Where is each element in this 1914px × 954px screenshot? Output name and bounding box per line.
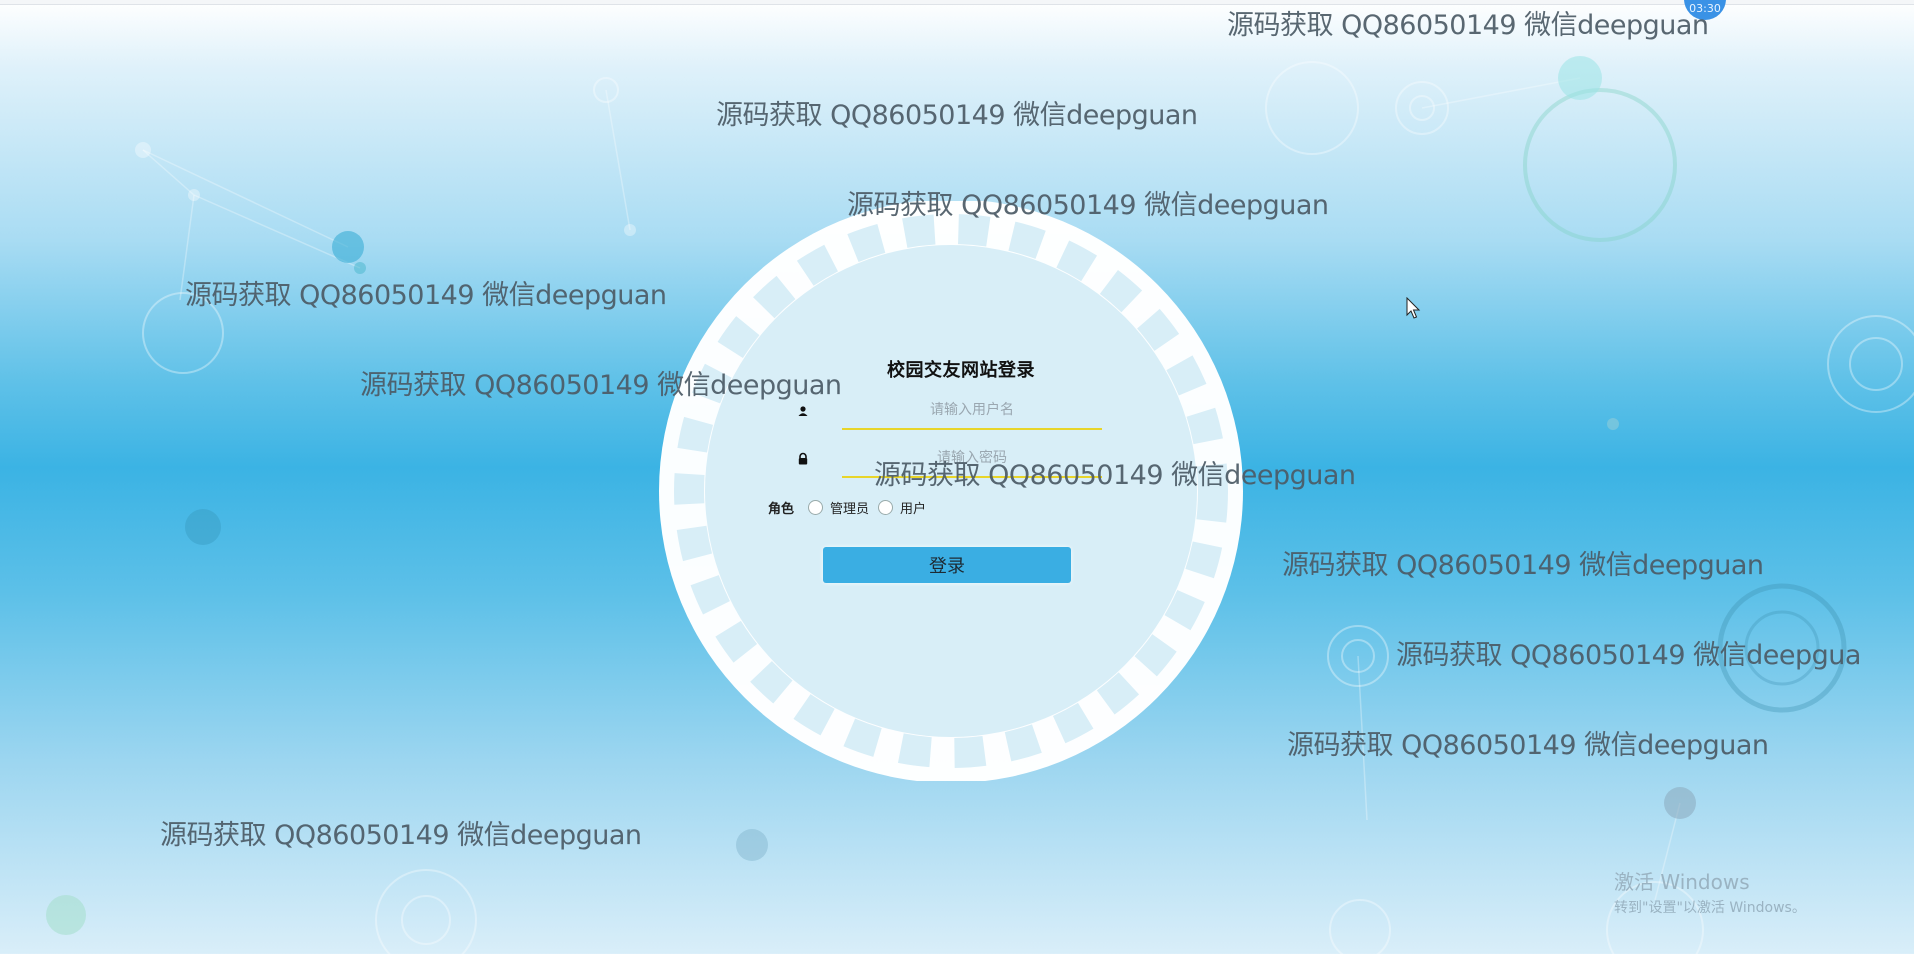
watermark-text: 源码获取 QQ86050149 微信deepgua <box>1396 640 1861 671</box>
login-button[interactable]: 登录 <box>823 547 1071 583</box>
role-label: 角色 <box>768 501 795 517</box>
role-radio-admin[interactable] <box>808 499 824 515</box>
watermark-text: 源码获取 QQ86050149 微信deepguan <box>1282 550 1764 581</box>
mouse-cursor-icon <box>1406 297 1421 319</box>
user-icon <box>798 406 808 416</box>
watermark-text: 源码获取 QQ86050149 微信deepguan <box>360 370 842 401</box>
role-option-admin[interactable]: 管理员 <box>830 498 869 517</box>
watermark-text: 源码获取 QQ86050149 微信deepguan <box>716 100 1198 131</box>
role-radio-user[interactable] <box>878 499 894 515</box>
activation-title: 激活 Windows <box>1614 870 1750 894</box>
lock-icon <box>798 452 808 465</box>
username-input[interactable] <box>842 392 1102 430</box>
watermark-text: 源码获取 QQ86050149 微信deepguan <box>160 820 642 851</box>
watermark-text: 源码获取 QQ86050149 微信deepguan <box>185 280 667 311</box>
activation-subtitle: 转到"设置"以激活 Windows。 <box>1614 900 1806 916</box>
windows-activation-notice: 激活 Windows 转到"设置"以激活 Windows。 <box>1614 866 1806 917</box>
watermark-text: 源码获取 QQ86050149 微信deepguan <box>1287 730 1769 761</box>
role-selector: 角色 管理员 用户 <box>768 496 935 518</box>
watermark-text: 源码获取 QQ86050149 微信deepguan <box>847 190 1329 221</box>
watermark-text: 源码获取 QQ86050149 微信deepguan <box>874 460 1356 491</box>
watermark-text: 源码获取 QQ86050149 微信deepguan <box>1227 10 1709 41</box>
role-option-user[interactable]: 用户 <box>900 498 926 517</box>
login-title: 校园交友网站登录 <box>887 360 1035 381</box>
